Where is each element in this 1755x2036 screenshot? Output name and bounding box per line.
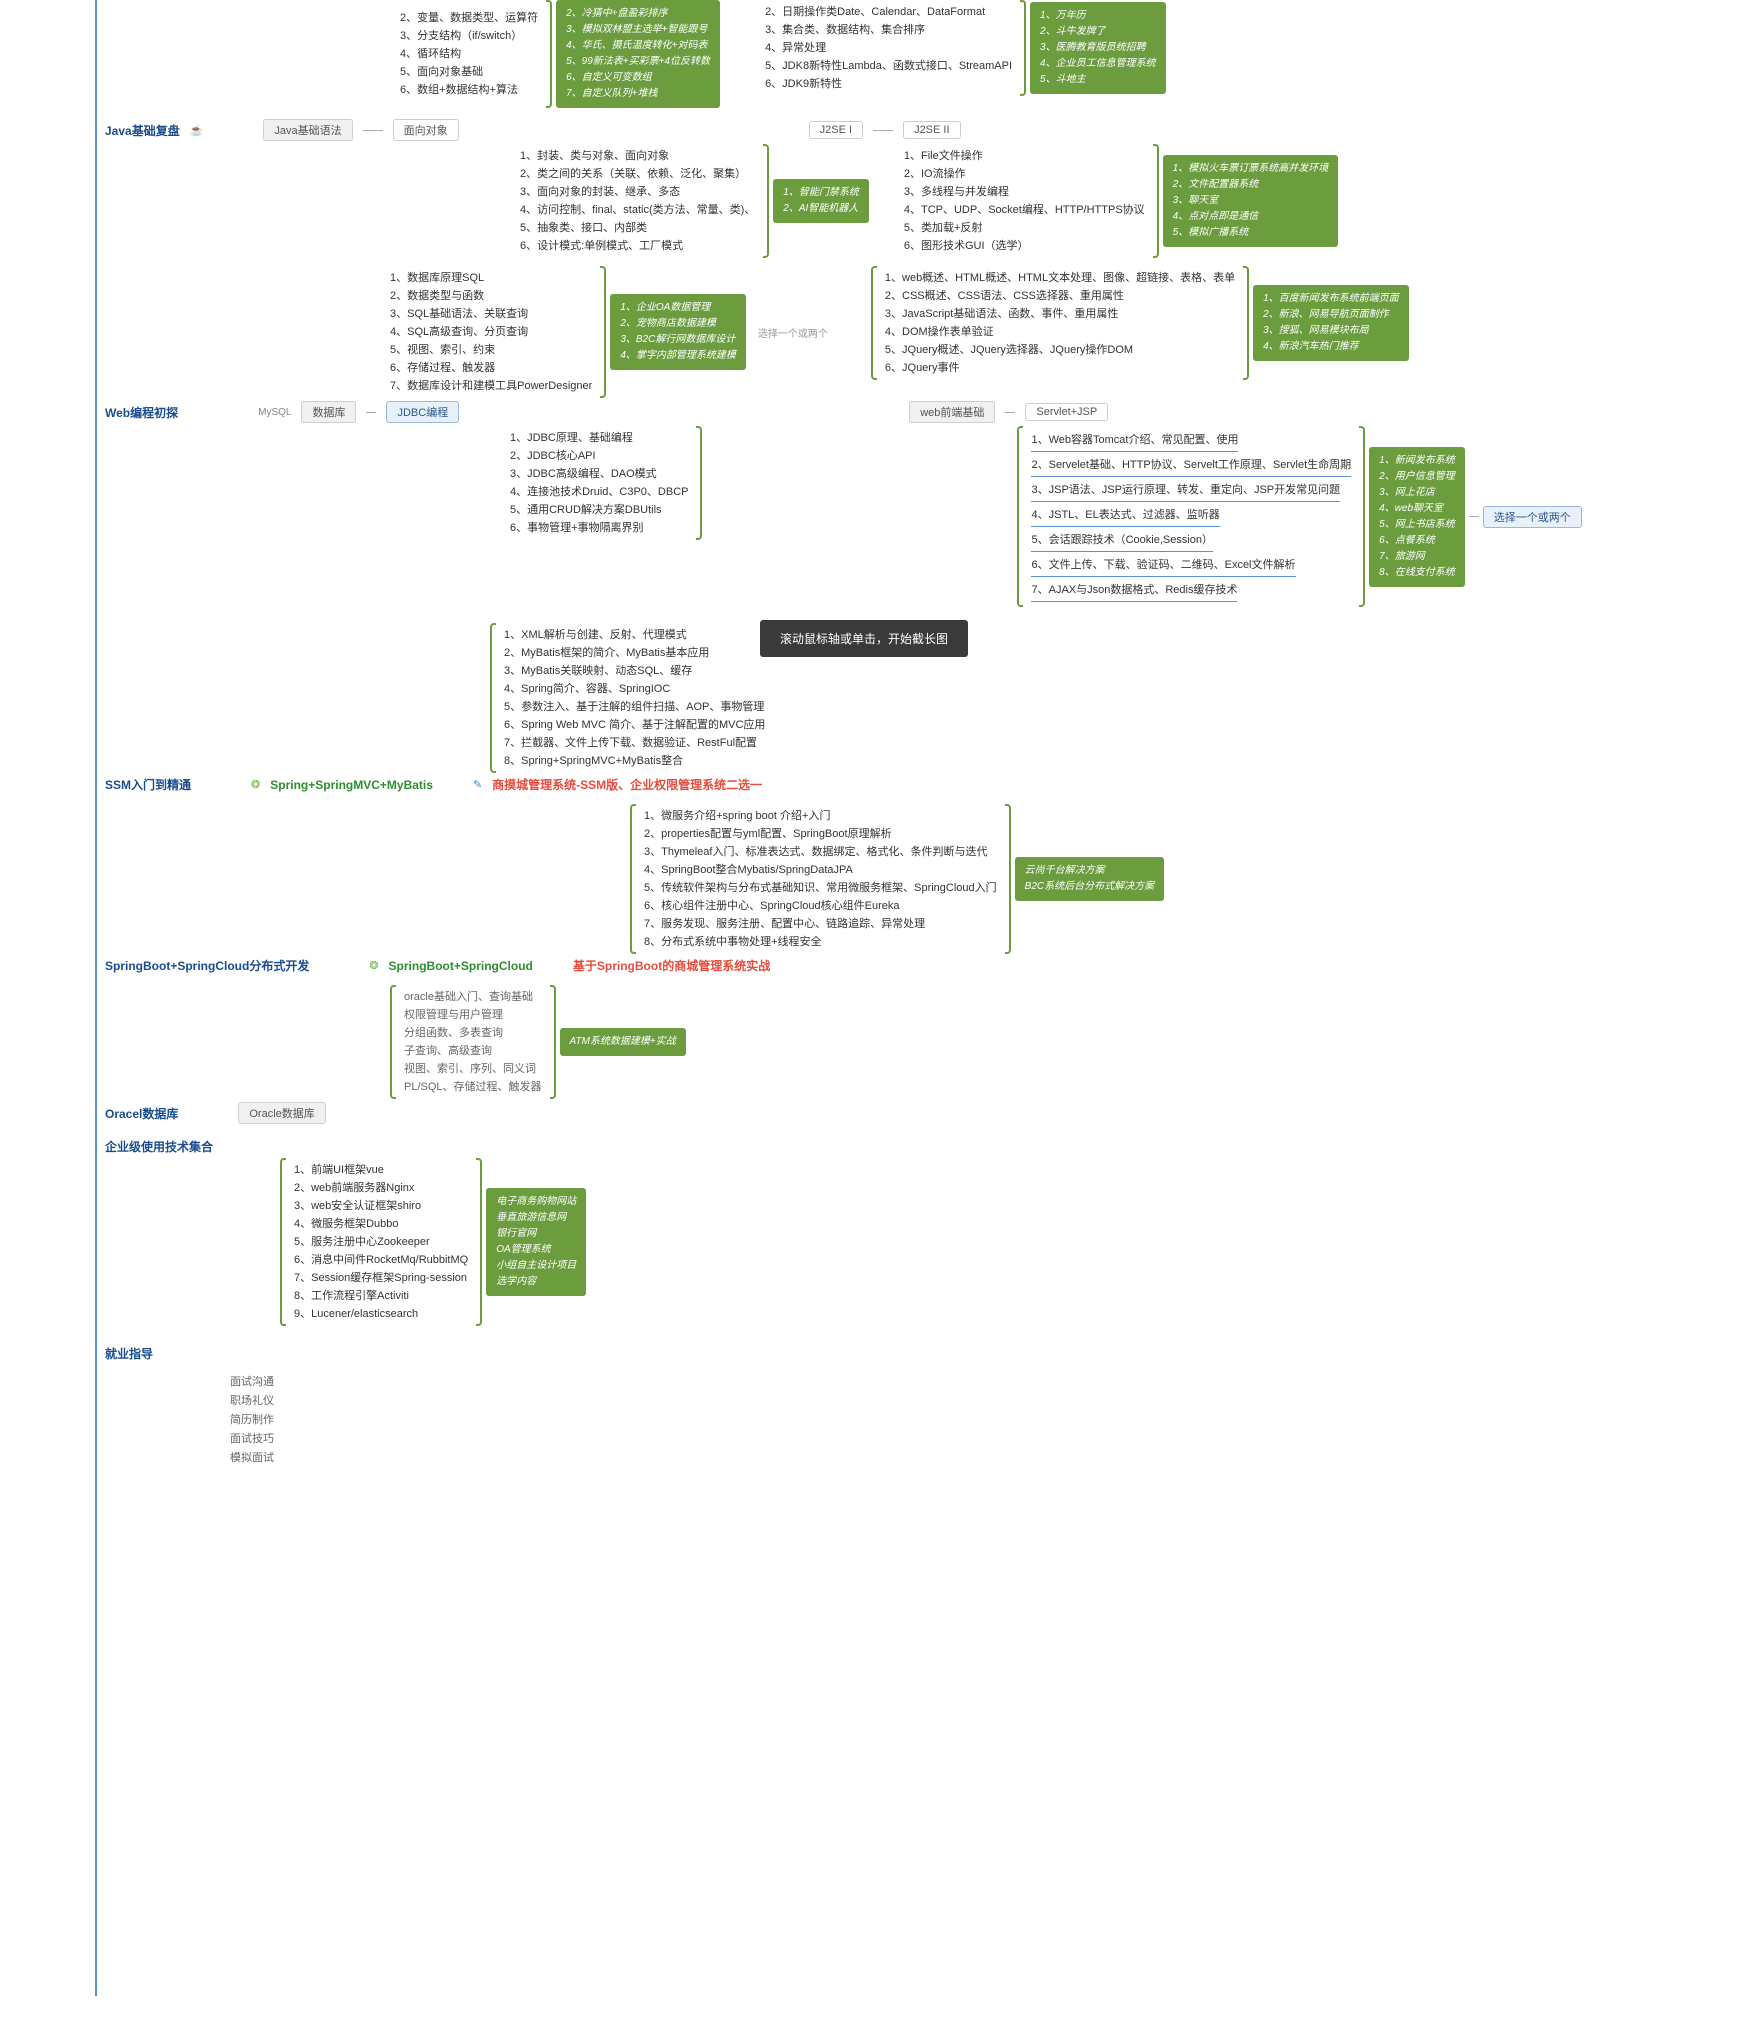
pill-jdbc[interactable]: JDBC编程 [386,401,459,423]
s11-title: 就业指导 [105,1345,153,1362]
s6-box: 云尚千台解决方案B2C系统后台分布式解决方案 [1015,857,1164,901]
top-list-a: 2、变量、数据类型、运算符3、分支结构（if/switch）4、循环结构5、面向… [400,6,538,102]
s5-p2: 商摸城管理系统-SSM版、企业权限管理系统二选一 [492,776,762,793]
s2-box-a: 1、企业OA数据管理2、宠物商店数据建模3、B2C解行网数据库设计4、掌字内部管… [610,294,746,370]
s1-box-a: 1、智能门禁系统2、AI智能机器人 [773,179,869,223]
s8-box: ATM系统数据建模+实战 [560,1028,686,1056]
s2-list-b: 1、web概述、HTML概述、HTML文本处理、图像、超链接、表格、表单2、CS… [885,266,1235,380]
screenshot-tooltip[interactable]: 滚动鼠标轴或单击，开始截长图 [760,620,968,657]
pill-select2[interactable]: 选择一个或两个 [1483,506,1582,528]
s3-list-a: 1、JDBC原理、基础编程2、JDBC核心API3、JDBC高级编程、DAO模式… [510,426,688,540]
spring-icon: ❂ [369,959,378,972]
s5-p1: Spring+SpringMVC+MyBatis [270,778,433,792]
s3-list-b: 1、Web容器Tomcat介绍、常见配置、使用 2、Servelet基础、HTT… [1031,426,1351,607]
s8-list: oracle基础入门、查询基础权限管理与用户管理分组函数、多表查询子查询、高级查… [404,985,542,1099]
pill-j2se2[interactable]: J2SE II [903,121,960,139]
s4-list: 1、XML解析与创建、反射、代理模式2、MyBatis框架的简介、MyBatis… [504,623,765,773]
s11-list: 面试沟通 职场礼仪 简历制作 面试技巧 模拟面试 [0,1373,1755,1468]
s5-title: SSM入门到精通 [105,776,191,793]
s3-title: Web编程初探 [105,404,178,421]
top-box-a: 2、冷猜中+盘盈彩排序3、模拟双林盟主选举+智能跟号4、华氏、摄氏温度转化+对码… [556,0,720,108]
pill-j2se1[interactable]: J2SE I [809,121,863,139]
s10-box: 电子商务购物网站垂直旅游信息网银行官网OA管理系统小组自主设计项目选学内容 [486,1188,586,1296]
pill-servlet[interactable]: Servlet+JSP [1025,403,1108,421]
note-select-1: 选择一个或两个 [750,325,836,340]
s2-box-b: 1、百度新闻发布系统前端页面2、新浪、网易导航页面制作3、搜狐、网易模块布局4、… [1253,285,1409,361]
s1-box-b: 1、模拟火车票订票系统高并发环境2、文件配置器系统3、聊天室4、点对点即是通信5… [1163,155,1339,247]
s2-list-a: 1、数据库原理SQL2、数据类型与函数3、SQL基础语法、关联查询4、SQL高级… [390,266,592,398]
mysql-label: MySQL [258,407,291,418]
java-icon: ☕ [190,124,204,137]
s10-title: 企业级使用技术集合 [105,1138,213,1155]
pill-webfe[interactable]: web前端基础 [909,401,995,423]
s10-list: 1、前端UI框架vue2、web前端服务器Nginx3、web安全认证框架shi… [294,1158,468,1326]
pill-java-syntax[interactable]: Java基础语法 [263,119,352,141]
s1-list-b: 1、File文件操作2、IO流操作3、多线程与并发编程4、TCP、UDP、Soc… [904,144,1145,258]
top-box-b: 1、万年历2、斗牛发牌了3、医腾教育版员统招聘4、企业员工信息管理系统5、斗地主 [1030,2,1166,94]
s3-box-b: 1、新闻发布系统2、用户信息管理3、网上花店4、web聊天室5、网上书店系统6、… [1369,447,1465,587]
pill-db[interactable]: 数据库 [301,401,356,423]
s7-title: SpringBoot+SpringCloud分布式开发 [105,957,309,974]
s6-list: 1、微服务介绍+spring boot 介绍+入门2、properties配置与… [644,804,997,954]
s1-list-a: 1、封装、类与对象、面向对象2、类之间的关系（关联、依赖、泛化、聚集）3、面向对… [520,144,755,258]
pill-oop[interactable]: 面向对象 [393,119,459,141]
top-list-b: 2、日期操作类Date、Calendar、DataFormat3、集合类、数据结… [765,0,1012,96]
s7-p1: SpringBoot+SpringCloud [389,959,533,973]
pill-oracle[interactable]: Oracle数据库 [238,1102,325,1124]
s7-p2: 基于SpringBoot的商城管理系统实战 [573,957,770,974]
s9-title: Oracel数据库 [105,1105,178,1122]
s1-title: Java基础复盘 [105,122,180,139]
